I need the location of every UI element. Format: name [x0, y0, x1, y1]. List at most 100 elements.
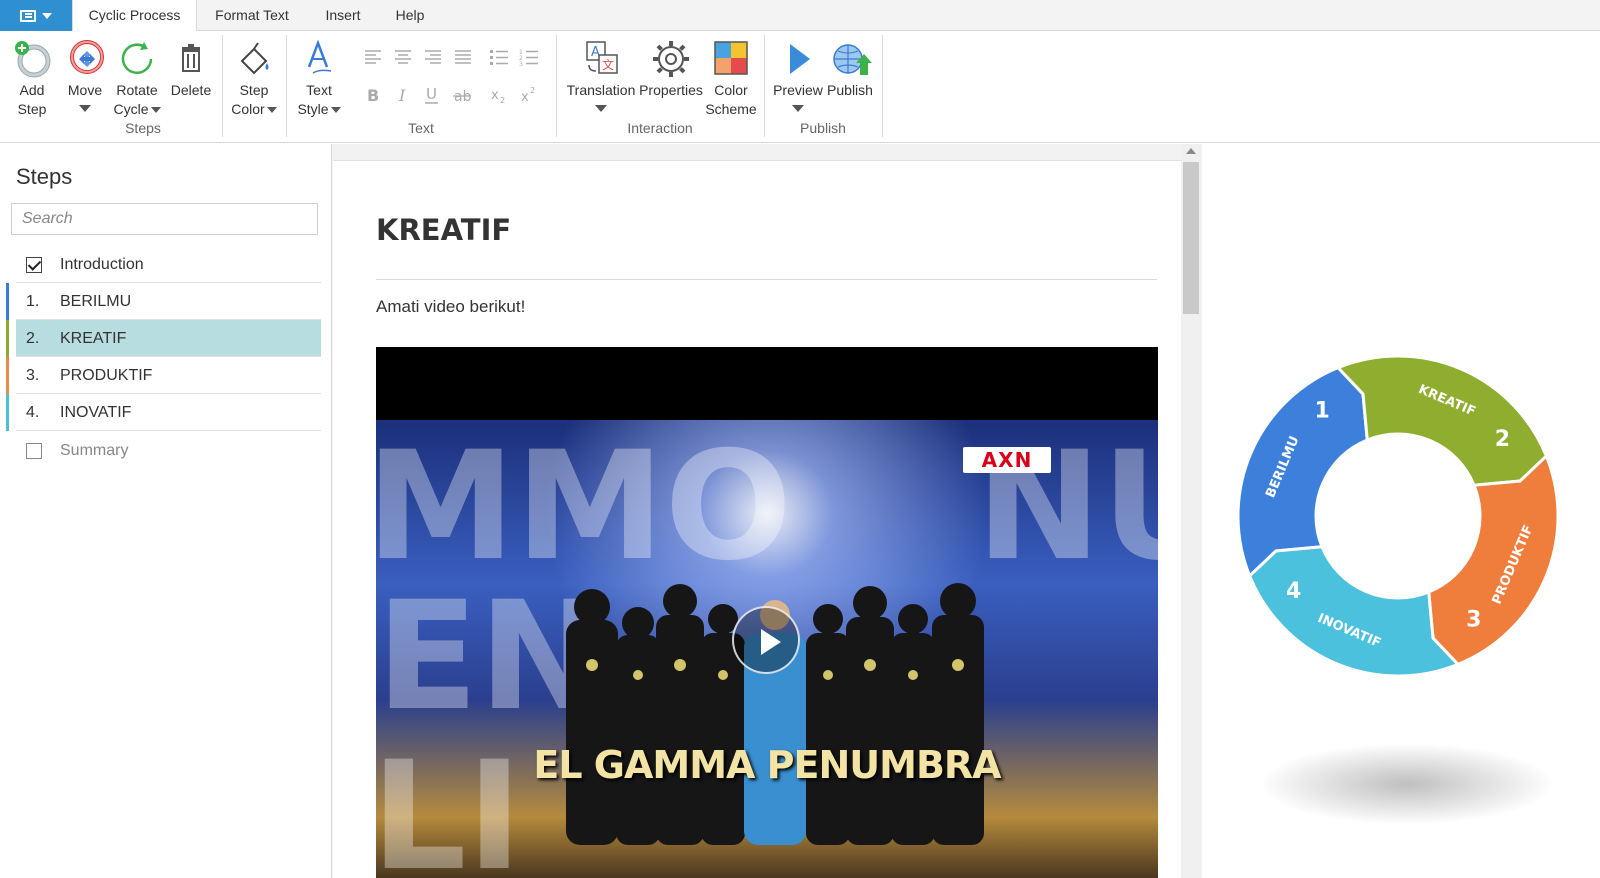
align-center-icon[interactable]: [392, 46, 414, 68]
cycle-segment-4[interactable]: [1247, 545, 1461, 678]
step-item-1[interactable]: 1. BERILMU: [6, 283, 321, 320]
properties-label: Properties: [639, 82, 703, 98]
step-heading[interactable]: KREATIF: [376, 213, 511, 247]
gear-icon: [653, 41, 689, 77]
video-play-button[interactable]: [732, 606, 800, 674]
text-style-icon: [307, 39, 332, 74]
step-color-label: Step Color: [228, 81, 280, 119]
align-right-icon[interactable]: [422, 46, 444, 68]
properties-button[interactable]: Properties: [638, 37, 704, 100]
add-step-button[interactable]: Add Step: [8, 37, 56, 119]
color-scheme-button[interactable]: Color Scheme: [704, 37, 758, 119]
publish-button[interactable]: Publish: [824, 37, 876, 100]
preview-label: Preview: [773, 82, 823, 98]
translation-icon: A 文: [586, 41, 618, 74]
diagram-shadow: [1262, 744, 1552, 824]
color-scheme-icon: [714, 41, 748, 75]
rotate-cycle-button[interactable]: Rotate Cycle: [112, 37, 162, 119]
divider: [376, 279, 1157, 280]
step-number: 1.: [26, 293, 40, 310]
chevron-down-icon: [42, 12, 52, 19]
step-number: 2.: [26, 330, 40, 347]
cycle-diagram[interactable]: BERILMU1 KREATIF2PRODUKTIF3INOVATIF4: [1202, 144, 1600, 744]
video-caption: EL GAMMA PENUMBRA: [533, 743, 1001, 787]
svg-text:3: 3: [519, 61, 523, 68]
cycle-segment-number: 2: [1495, 427, 1510, 452]
tab-help[interactable]: Help: [382, 0, 438, 31]
translation-button[interactable]: A 文 Translation: [564, 37, 638, 112]
search-input[interactable]: [11, 203, 318, 235]
checkbox-unchecked-icon[interactable]: [26, 443, 42, 459]
step-color-bar: [6, 394, 9, 431]
step-item-introduction[interactable]: Introduction: [16, 246, 321, 283]
checkbox-checked-icon[interactable]: [26, 257, 42, 273]
chevron-down-icon: [330, 107, 341, 114]
cycle-segment-3[interactable]: [1427, 453, 1560, 667]
step-number: 3.: [26, 367, 40, 384]
scroll-up-arrow-icon[interactable]: [1186, 148, 1196, 154]
translation-label: Translation: [566, 82, 636, 98]
add-step-icon: [15, 41, 51, 78]
svg-text:B: B: [367, 86, 379, 105]
steps-panel: Steps Introduction 1. BERILMU 2. KREATIF…: [0, 144, 332, 878]
step-color-bar: [6, 357, 9, 394]
publish-label: Publish: [827, 82, 873, 98]
rotate-cycle-label: Rotate Cycle: [112, 81, 162, 119]
editor-scrollbar[interactable]: [1181, 144, 1201, 878]
step-color-bar: [6, 283, 9, 320]
menu-icon: [20, 9, 36, 22]
color-scheme-label: Color Scheme: [705, 82, 757, 117]
step-label: INOVATIF: [60, 404, 132, 421]
tab-insert[interactable]: Insert: [310, 0, 376, 31]
step-content-editor[interactable]: KREATIF Amati video berikut! MMO NU EN L…: [333, 160, 1181, 878]
align-justify-icon[interactable]: [452, 46, 474, 68]
italic-icon[interactable]: I: [392, 84, 414, 106]
tab-cyclic-process[interactable]: Cyclic Process: [72, 0, 197, 32]
subscript-icon[interactable]: x2: [488, 84, 510, 106]
video-thumbnail: MMO NU EN LI AXN: [376, 420, 1158, 878]
text-style-label: Text Style: [292, 81, 346, 119]
publish-group-label: Publish: [800, 120, 846, 136]
cycle-segment-1[interactable]: [1236, 365, 1369, 579]
play-icon: [790, 44, 810, 74]
svg-text:x: x: [521, 90, 529, 105]
move-label: Move: [67, 82, 103, 98]
step-color-button[interactable]: Step Color: [228, 37, 280, 119]
editor-area: KREATIF Amati video berikut! MMO NU EN L…: [332, 144, 1202, 878]
delete-button[interactable]: Delete: [166, 37, 216, 100]
step-item-3[interactable]: 3. PRODUKTIF: [6, 357, 321, 394]
chevron-down-icon: [266, 107, 277, 114]
superscript-icon[interactable]: x2: [518, 84, 540, 106]
strikethrough-icon[interactable]: ab: [451, 84, 473, 106]
video-player[interactable]: MMO NU EN LI AXN: [376, 347, 1158, 878]
tab-format-text[interactable]: Format Text: [200, 0, 304, 31]
scroll-thumb[interactable]: [1183, 162, 1199, 314]
interaction-group-label: Interaction: [627, 120, 693, 136]
step-number: 4.: [26, 404, 40, 421]
bullet-list-icon[interactable]: [488, 46, 510, 68]
svg-text:I: I: [398, 86, 406, 105]
cycle-segment-number: 3: [1466, 607, 1481, 632]
svg-text:2: 2: [530, 86, 535, 95]
step-instruction[interactable]: Amati video berikut!: [376, 297, 525, 317]
svg-text:ab: ab: [454, 89, 472, 105]
text-style-button[interactable]: Text Style: [292, 37, 346, 119]
bold-icon[interactable]: B: [362, 84, 384, 106]
step-item-2[interactable]: 2. KREATIF: [6, 320, 321, 357]
preview-button[interactable]: Preview: [770, 37, 826, 112]
cycle-segment-2[interactable]: [1335, 354, 1549, 487]
ribbon-toolbar: Add Step Move Rotate Cycle Delete Step C…: [0, 31, 1600, 143]
app-menu-button[interactable]: [0, 0, 72, 31]
step-item-4[interactable]: 4. INOVATIF: [6, 394, 321, 431]
numbered-list-icon[interactable]: 123: [518, 46, 540, 68]
underline-icon[interactable]: U: [421, 84, 443, 106]
step-label: BERILMU: [60, 293, 132, 310]
move-button[interactable]: Move: [62, 37, 108, 112]
align-left-icon[interactable]: [362, 46, 384, 68]
svg-text:x: x: [491, 88, 499, 103]
delete-label: Delete: [170, 82, 212, 98]
ribbon-tab-bar: Cyclic Process Format Text Insert Help: [0, 0, 1600, 32]
step-color-bar: [6, 320, 9, 357]
svg-text:文: 文: [602, 57, 614, 72]
step-item-summary[interactable]: Summary: [16, 432, 321, 469]
